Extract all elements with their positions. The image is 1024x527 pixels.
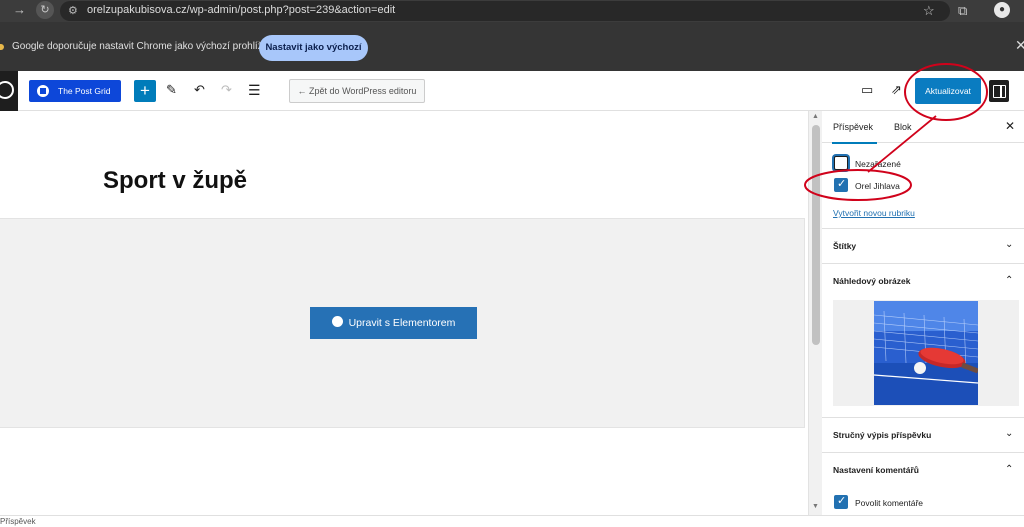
tab-post[interactable]: Příspěvek <box>831 122 878 144</box>
block-breadcrumb: Příspěvek <box>0 515 1024 527</box>
category-checkbox-orel-jihlava[interactable] <box>834 177 848 192</box>
add-block-button[interactable]: + <box>134 80 156 102</box>
infobar-message: Google doporučuje nastavit Chrome jako v… <box>12 41 274 52</box>
default-browser-infobar: Google doporučuje nastavit Chrome jako v… <box>0 22 1024 71</box>
allow-comments-label: Povolit komentáře <box>855 498 924 508</box>
scroll-down-icon[interactable]: ▼ <box>812 503 819 510</box>
sidebar-tabs: Příspěvek Blok ✕ <box>822 111 1024 144</box>
scrollbar-thumb[interactable] <box>812 125 820 345</box>
tags-panel-title: Štítky <box>833 241 857 251</box>
back-to-wordpress-editor-button[interactable]: ← Zpět do WordPress editoru <box>289 79 425 103</box>
editor-canvas: Sport v župě Upravit s Elementorem <box>0 111 808 515</box>
settings-sidebar: Příspěvek Blok ✕ Nezařazené Orel Jihlava… <box>822 111 1024 515</box>
new-category-link[interactable]: Vytvořit novou rubriku <box>833 208 915 218</box>
allow-comments-checkbox[interactable] <box>834 494 848 509</box>
preview-icon[interactable]: ▭ <box>861 82 873 98</box>
post-grid-icon <box>37 85 49 97</box>
tab-block[interactable]: Blok <box>894 122 912 132</box>
category-label-orel-jihlava: Orel Jihlava <box>855 181 900 191</box>
featured-image-panel-title[interactable]: Náhledový obrázek <box>833 276 910 286</box>
chevron-down-icon: ⌄ <box>1005 239 1014 250</box>
view-post-icon[interactable]: ⇗ <box>891 82 902 98</box>
chevron-down-icon: ⌄ <box>1005 428 1014 439</box>
chevron-up-icon[interactable]: ⌃ <box>1005 464 1013 475</box>
address-bar[interactable]: ⚙ orelzupakubisova.cz/wp-admin/post.php?… <box>60 1 950 21</box>
list-view-icon[interactable]: ☰ <box>248 82 261 99</box>
table-tennis-image <box>874 301 978 405</box>
redo-icon[interactable]: ↷ <box>221 82 232 98</box>
chevron-up-icon[interactable]: ⌃ <box>1005 275 1013 286</box>
discussion-panel-title[interactable]: Nastavení komentářů <box>833 465 919 475</box>
elementor-placeholder: Upravit s Elementorem <box>0 218 805 428</box>
reload-icon[interactable]: ↻ <box>36 1 54 19</box>
featured-image[interactable] <box>833 300 1019 406</box>
category-label-uncategorized: Nezařazené <box>855 159 901 169</box>
update-button[interactable]: Aktualizovat <box>915 78 981 104</box>
elementor-icon <box>331 316 343 327</box>
wordpress-logo-icon[interactable] <box>0 71 18 111</box>
scroll-up-icon[interactable]: ▲ <box>812 113 819 120</box>
tags-panel[interactable]: Štítky ⌄ <box>822 228 1024 264</box>
undo-icon[interactable]: ↶ <box>194 82 205 98</box>
forward-icon[interactable]: → <box>13 2 26 17</box>
edit-with-elementor-label: Upravit s Elementorem <box>348 317 456 329</box>
settings-panel-toggle-icon[interactable] <box>989 80 1009 102</box>
bookmark-star-icon[interactable]: ☆ <box>923 3 935 19</box>
editor-toolbar: The Post Grid + ✎ ↶ ↷ ☰ ← Zpět do WordPr… <box>0 71 1024 111</box>
post-grid-label: The Post Grid <box>58 86 111 96</box>
excerpt-panel[interactable]: Stručný výpis příspěvku ⌄ <box>822 417 1024 453</box>
profile-icon[interactable]: ● <box>994 2 1010 18</box>
extensions-icon[interactable]: ⧉ <box>958 3 967 19</box>
close-sidebar-icon[interactable]: ✕ <box>1005 119 1015 133</box>
post-title[interactable]: Sport v župě <box>103 167 247 195</box>
post-grid-button[interactable]: The Post Grid <box>29 80 121 102</box>
category-checkbox-uncategorized[interactable] <box>834 156 848 170</box>
edit-with-elementor-button[interactable]: Upravit s Elementorem <box>310 307 477 339</box>
set-default-button[interactable]: Nastavit jako výchozí <box>259 35 368 61</box>
editor-scrollbar[interactable]: ▲ ▼ <box>808 111 822 515</box>
breadcrumb-label[interactable]: Příspěvek <box>0 517 36 526</box>
site-info-icon[interactable]: ⚙ <box>68 4 78 17</box>
close-icon[interactable]: ✕ <box>1015 37 1024 54</box>
pencil-icon[interactable]: ✎ <box>166 82 177 98</box>
url-text: orelzupakubisova.cz/wp-admin/post.php?po… <box>87 4 396 16</box>
infobar-marker <box>0 44 4 50</box>
browser-toolbar: → ↻ ⚙ orelzupakubisova.cz/wp-admin/post.… <box>0 0 1024 22</box>
excerpt-panel-title: Stručný výpis příspěvku <box>833 430 932 440</box>
